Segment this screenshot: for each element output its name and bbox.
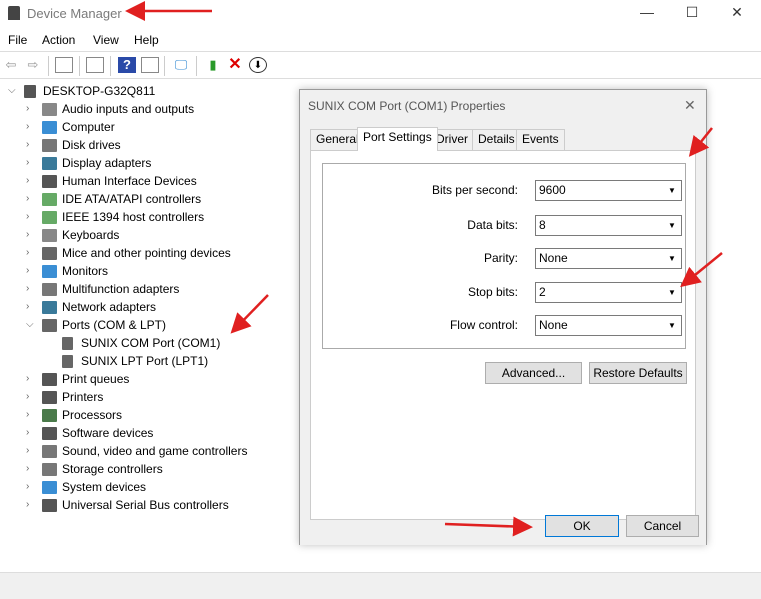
arrow-stop-bits	[680, 252, 723, 288]
arrow-tab	[688, 127, 713, 157]
tab-port-settings[interactable]: Port Settings	[357, 127, 438, 151]
arrow-ports	[230, 294, 269, 334]
annotation-arrows	[125, 1, 723, 537]
arrow-ok	[444, 516, 533, 537]
